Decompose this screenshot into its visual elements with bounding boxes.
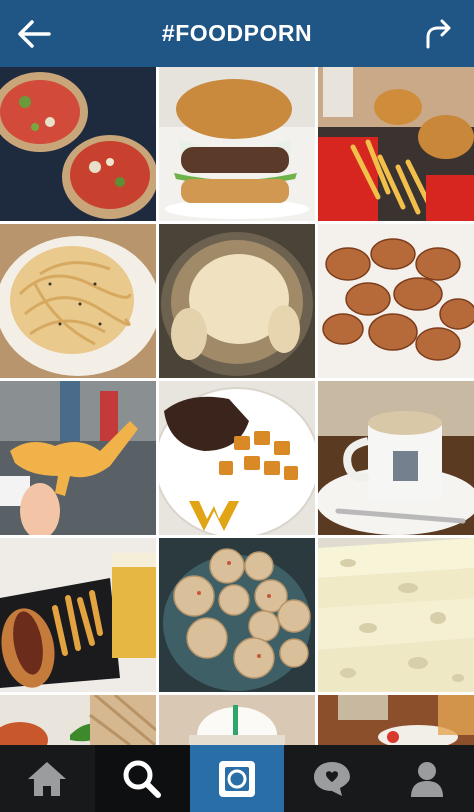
photo-tile-chips[interactable] — [318, 224, 474, 378]
share-button[interactable] — [406, 0, 470, 67]
photo-tile-table[interactable] — [318, 695, 474, 745]
camera-icon — [218, 760, 255, 797]
chips-photo — [318, 224, 474, 378]
dino-snack-photo — [0, 381, 156, 535]
cappuccino-photo — [318, 381, 474, 535]
photo-tile-salad[interactable] — [0, 695, 156, 745]
salad-photo — [0, 695, 156, 745]
photo-grid — [0, 67, 474, 745]
photo-tile-burger[interactable] — [159, 67, 315, 221]
photo-tile-cheese[interactable] — [318, 538, 474, 692]
tacos-photo — [0, 67, 156, 221]
activity-bubble-icon — [313, 761, 350, 796]
app-screen: #FOODPORN — [0, 0, 474, 812]
drink-photo — [159, 695, 315, 745]
home-icon — [28, 761, 67, 796]
bottom-tab-bar — [0, 745, 474, 812]
tab-search[interactable] — [94, 745, 190, 812]
photo-tile-hotdog[interactable] — [0, 538, 156, 692]
burger-photo — [159, 67, 315, 221]
photo-tile-tacos[interactable] — [0, 67, 156, 221]
profile-icon — [410, 761, 443, 797]
tab-profile[interactable] — [379, 745, 474, 812]
table-photo — [318, 695, 474, 745]
steak-photo — [159, 381, 315, 535]
tab-home[interactable] — [0, 745, 95, 812]
photo-tile-spaghetti[interactable] — [0, 224, 156, 378]
photo-tile-steak[interactable] — [159, 381, 315, 535]
photo-tile-fries[interactable] — [318, 67, 474, 221]
top-header: #FOODPORN — [0, 0, 474, 67]
photo-tile-cappuccino[interactable] — [318, 381, 474, 535]
page-title: #FOODPORN — [161, 20, 313, 46]
photo-tile-fritters[interactable] — [159, 538, 315, 692]
search-icon — [123, 760, 162, 798]
tab-camera[interactable] — [189, 745, 285, 812]
fries-photo — [318, 67, 474, 221]
fritters-photo — [159, 538, 315, 692]
share-arrow-icon — [426, 19, 451, 48]
photo-tile-drink[interactable] — [159, 695, 315, 745]
hotdog-photo — [0, 538, 156, 692]
photo-tile-dino[interactable] — [0, 381, 156, 535]
photo-tile-chicken[interactable] — [159, 224, 315, 378]
chicken-photo — [159, 224, 315, 378]
back-button[interactable] — [2, 0, 66, 67]
tab-activity[interactable] — [284, 745, 379, 812]
arrow-left-icon — [18, 19, 51, 48]
cheese-photo — [318, 538, 474, 692]
spaghetti-photo — [0, 224, 156, 378]
